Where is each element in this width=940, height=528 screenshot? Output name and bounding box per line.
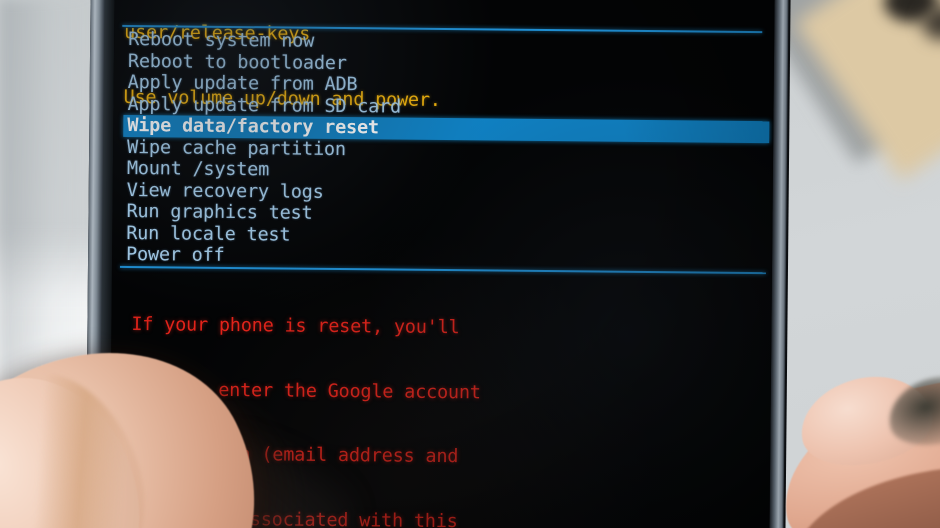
warning-line-1: If your phone is reset, you'll (131, 314, 460, 339)
screenshot-stage: user/release-keys Use volume up/down and… (0, 0, 940, 528)
recovery-menu[interactable]: Reboot system now Reboot to bootloader App… (122, 29, 770, 272)
